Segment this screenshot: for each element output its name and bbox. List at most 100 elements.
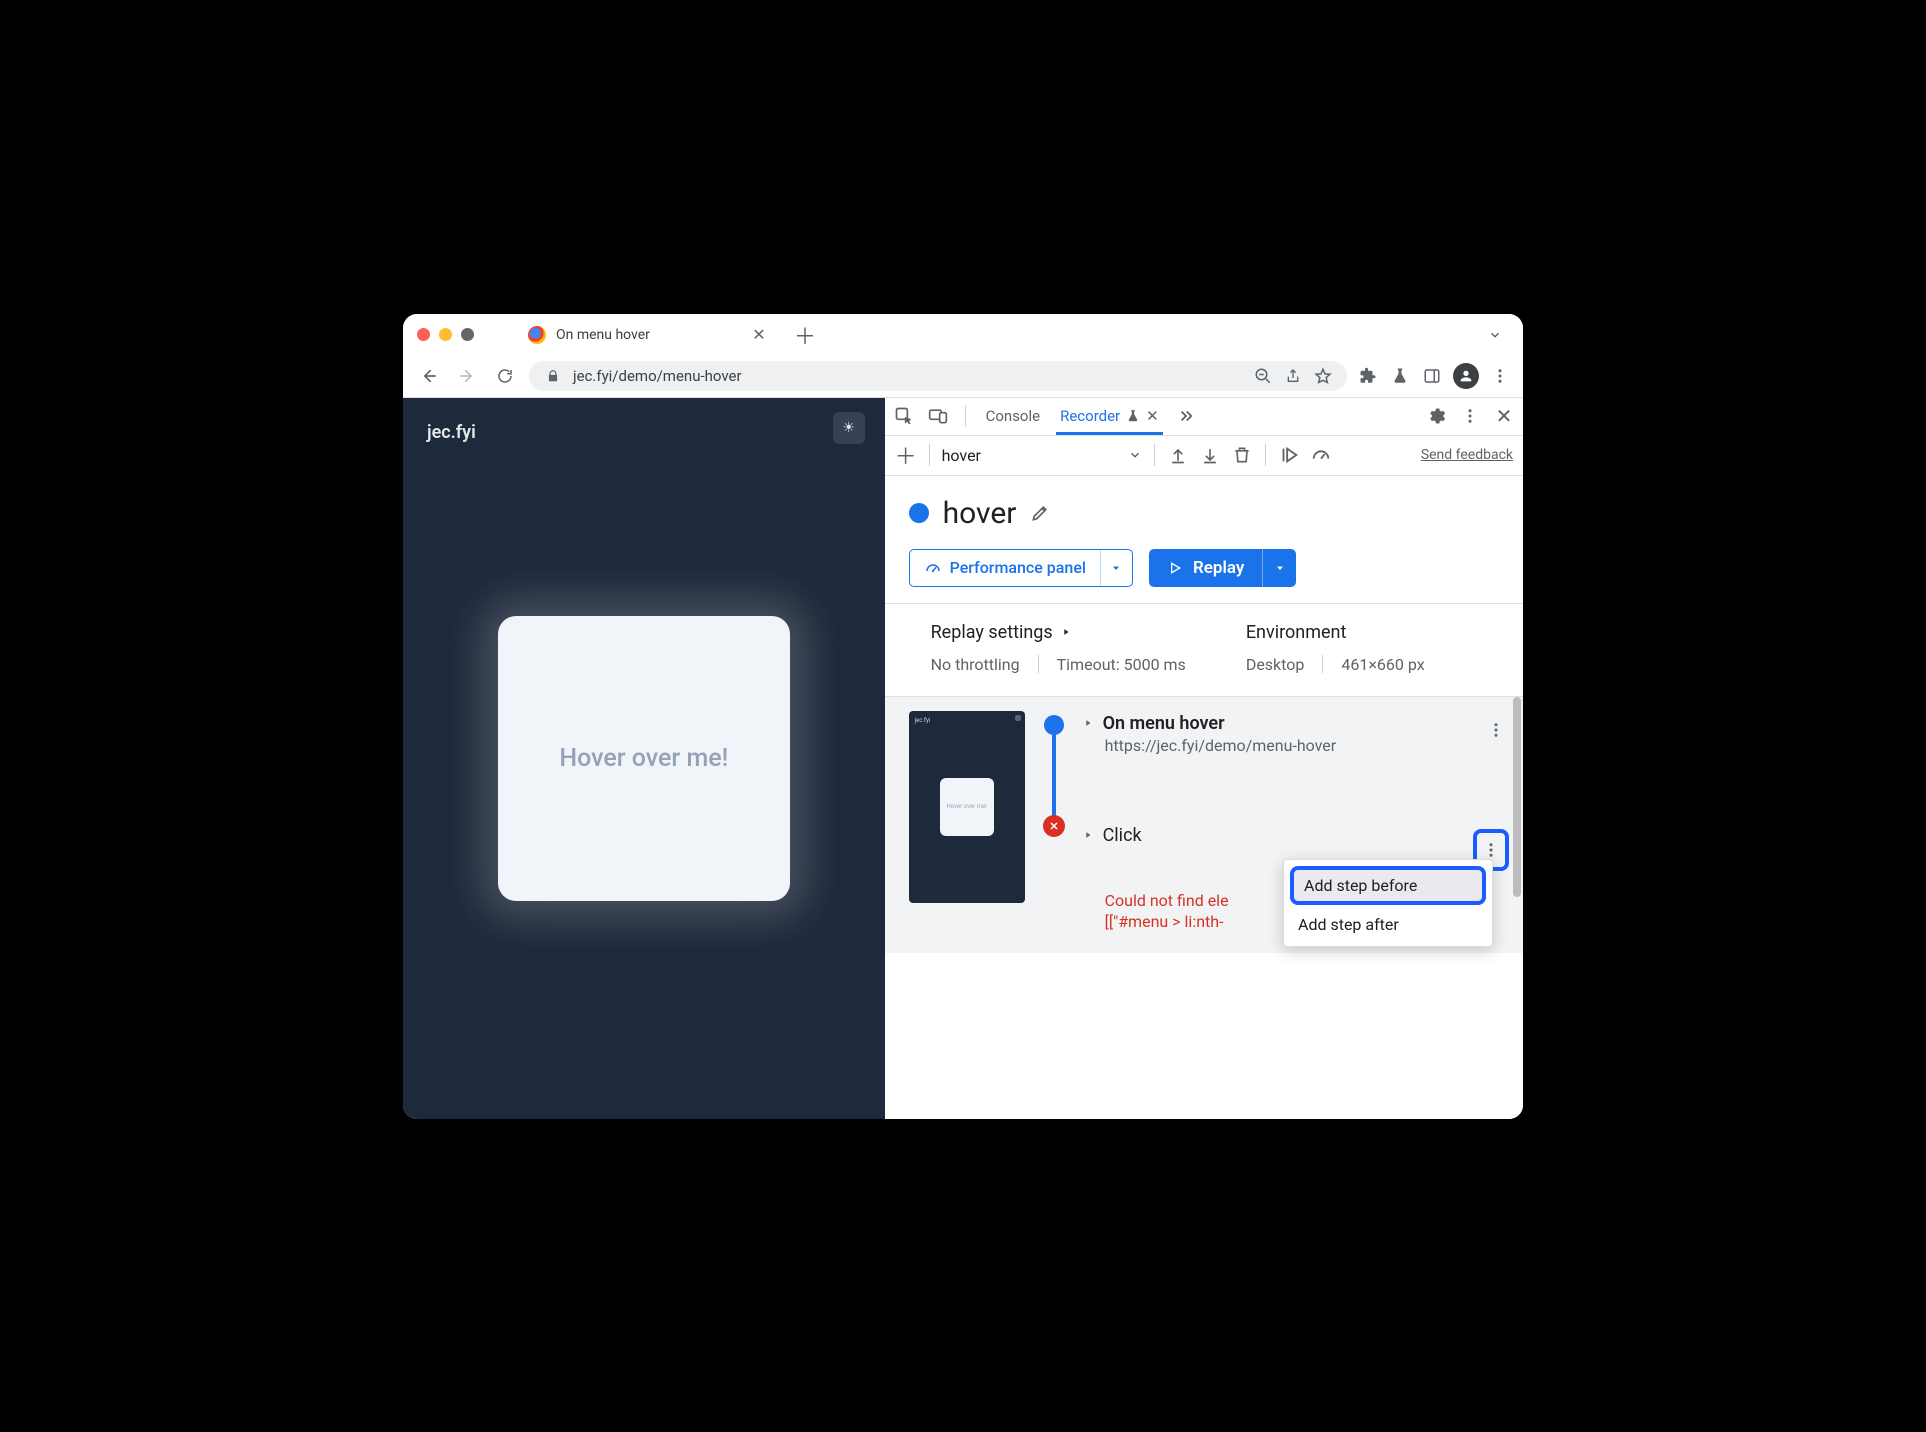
kebab-icon bbox=[1482, 841, 1500, 859]
page-viewport: jec.fyi ☀ Hover over me! bbox=[403, 398, 885, 1119]
window-minimize[interactable] bbox=[439, 328, 452, 341]
chevron-down-icon bbox=[1488, 328, 1502, 342]
toolbar-actions bbox=[1357, 363, 1511, 389]
new-recording-button[interactable]: ＋ bbox=[895, 444, 917, 466]
triangle-down-icon bbox=[1110, 562, 1122, 574]
arrow-right-icon bbox=[457, 366, 477, 386]
tab-title: On menu hover bbox=[556, 327, 739, 343]
star-icon[interactable] bbox=[1313, 366, 1333, 386]
triangle-right-icon bbox=[1083, 718, 1093, 728]
menu-add-step-after[interactable]: Add step after bbox=[1284, 907, 1492, 942]
double-chevron-right-icon bbox=[1177, 407, 1195, 425]
person-icon bbox=[1458, 368, 1474, 384]
extensions-button[interactable] bbox=[1357, 365, 1379, 387]
scrollbar-thumb[interactable] bbox=[1513, 697, 1521, 897]
inspect-icon bbox=[894, 406, 914, 426]
recorder-body: hover Performance panel bbox=[885, 476, 1523, 1119]
export-button[interactable] bbox=[1167, 444, 1189, 466]
close-icon[interactable]: ✕ bbox=[749, 325, 769, 345]
profile-avatar[interactable] bbox=[1453, 363, 1479, 389]
menu-button[interactable] bbox=[1489, 365, 1511, 387]
upload-icon bbox=[1168, 445, 1188, 465]
plus-icon: ＋ bbox=[895, 439, 917, 471]
content-area: jec.fyi ☀ Hover over me! bbox=[403, 398, 1523, 1119]
devtools-menu-button[interactable] bbox=[1459, 405, 1481, 427]
tab-recorder[interactable]: Recorder ✕ bbox=[1056, 397, 1163, 435]
environment-head: Environment bbox=[1246, 622, 1347, 643]
window-zoom[interactable] bbox=[461, 328, 474, 341]
select-element-button[interactable] bbox=[893, 405, 915, 427]
settings-button[interactable] bbox=[1425, 405, 1447, 427]
performance-panel-button[interactable]: Performance panel bbox=[909, 549, 1133, 587]
environment-section: Environment Desktop 461×660 px bbox=[1246, 622, 1425, 674]
scrollbar[interactable] bbox=[1513, 697, 1521, 1119]
menu-add-step-before[interactable]: Add step before bbox=[1290, 866, 1486, 905]
more-tabs-button[interactable] bbox=[1175, 405, 1197, 427]
kebab-icon bbox=[1491, 367, 1509, 385]
window-close[interactable] bbox=[417, 328, 430, 341]
kebab-icon bbox=[1461, 407, 1479, 425]
edit-title-button[interactable] bbox=[1030, 503, 1050, 523]
new-tab-button[interactable]: ＋ bbox=[791, 321, 819, 349]
back-button[interactable] bbox=[415, 362, 443, 390]
close-icon[interactable]: ✕ bbox=[1146, 407, 1159, 425]
flask-icon bbox=[1391, 367, 1409, 385]
step-context-menu: Add step before Add step after bbox=[1283, 859, 1493, 947]
step-navigate[interactable]: On menu hover https://jec.fyi/demo/menu-… bbox=[1083, 711, 1509, 763]
sun-icon: ☀ bbox=[842, 420, 855, 436]
zoom-out-icon[interactable] bbox=[1253, 366, 1273, 386]
timeline-step-dot bbox=[1044, 715, 1064, 735]
import-button[interactable] bbox=[1199, 444, 1221, 466]
page-brand: jec.fyi bbox=[427, 422, 476, 443]
device-toolbar-button[interactable] bbox=[927, 405, 949, 427]
address-bar[interactable]: jec.fyi/demo/menu-hover bbox=[529, 361, 1347, 391]
tabs-overflow-button[interactable] bbox=[1481, 321, 1509, 349]
devtools-tabbar: Console Recorder ✕ ✕ bbox=[885, 398, 1523, 436]
tab-console[interactable]: Console bbox=[982, 397, 1045, 435]
plus-icon: ＋ bbox=[794, 319, 816, 351]
timeout-value: Timeout: 5000 ms bbox=[1057, 655, 1186, 674]
close-icon bbox=[1048, 820, 1060, 832]
close-devtools-button[interactable]: ✕ bbox=[1493, 405, 1515, 427]
step-menu-button[interactable] bbox=[1483, 717, 1509, 743]
hover-card[interactable]: Hover over me! bbox=[498, 616, 790, 901]
throttling-value: No throttling bbox=[931, 655, 1020, 674]
screenshot-thumbnail[interactable]: jec.fyi Hover over me! bbox=[909, 711, 1025, 903]
step-click[interactable]: Click bbox=[1083, 823, 1509, 854]
trash-icon bbox=[1232, 445, 1252, 465]
steps-panel: jec.fyi Hover over me! bbox=[885, 696, 1523, 1119]
timeline-error-dot bbox=[1043, 815, 1065, 837]
theme-toggle-button[interactable]: ☀ bbox=[833, 412, 865, 444]
share-icon[interactable] bbox=[1283, 366, 1303, 386]
steps-list: On menu hover https://jec.fyi/demo/menu-… bbox=[1083, 711, 1509, 933]
recording-select[interactable]: hover bbox=[942, 446, 1142, 465]
play-icon bbox=[1167, 560, 1183, 576]
gear-icon bbox=[1426, 406, 1446, 426]
pencil-icon bbox=[1030, 503, 1050, 523]
step-over-button[interactable] bbox=[1278, 444, 1300, 466]
slow-replay-button[interactable] bbox=[1310, 444, 1332, 466]
flask-icon bbox=[1126, 409, 1140, 423]
kebab-icon bbox=[1487, 721, 1505, 739]
replay-button[interactable]: Replay bbox=[1149, 549, 1296, 587]
panel-icon bbox=[1423, 367, 1441, 385]
traffic-lights bbox=[417, 328, 474, 341]
recorder-header: hover Performance panel bbox=[885, 476, 1523, 603]
devices-icon bbox=[928, 406, 948, 426]
triangle-down-icon bbox=[1274, 562, 1286, 574]
triangle-right-icon bbox=[1061, 627, 1071, 637]
labs-button[interactable] bbox=[1389, 365, 1411, 387]
replay-dropdown[interactable] bbox=[1262, 549, 1296, 587]
browser-tab[interactable]: On menu hover ✕ bbox=[516, 318, 781, 352]
panel-button[interactable] bbox=[1421, 365, 1443, 387]
reload-button[interactable] bbox=[491, 362, 519, 390]
replay-settings-toggle[interactable]: Replay settings bbox=[931, 622, 1186, 643]
delete-button[interactable] bbox=[1231, 444, 1253, 466]
speedometer-icon bbox=[1310, 444, 1332, 466]
download-icon bbox=[1200, 445, 1220, 465]
close-icon: ✕ bbox=[1496, 404, 1513, 428]
reload-icon bbox=[496, 367, 514, 385]
forward-button[interactable] bbox=[453, 362, 481, 390]
feedback-link[interactable]: Send feedback bbox=[1421, 447, 1513, 463]
performance-panel-dropdown[interactable] bbox=[1100, 550, 1132, 586]
